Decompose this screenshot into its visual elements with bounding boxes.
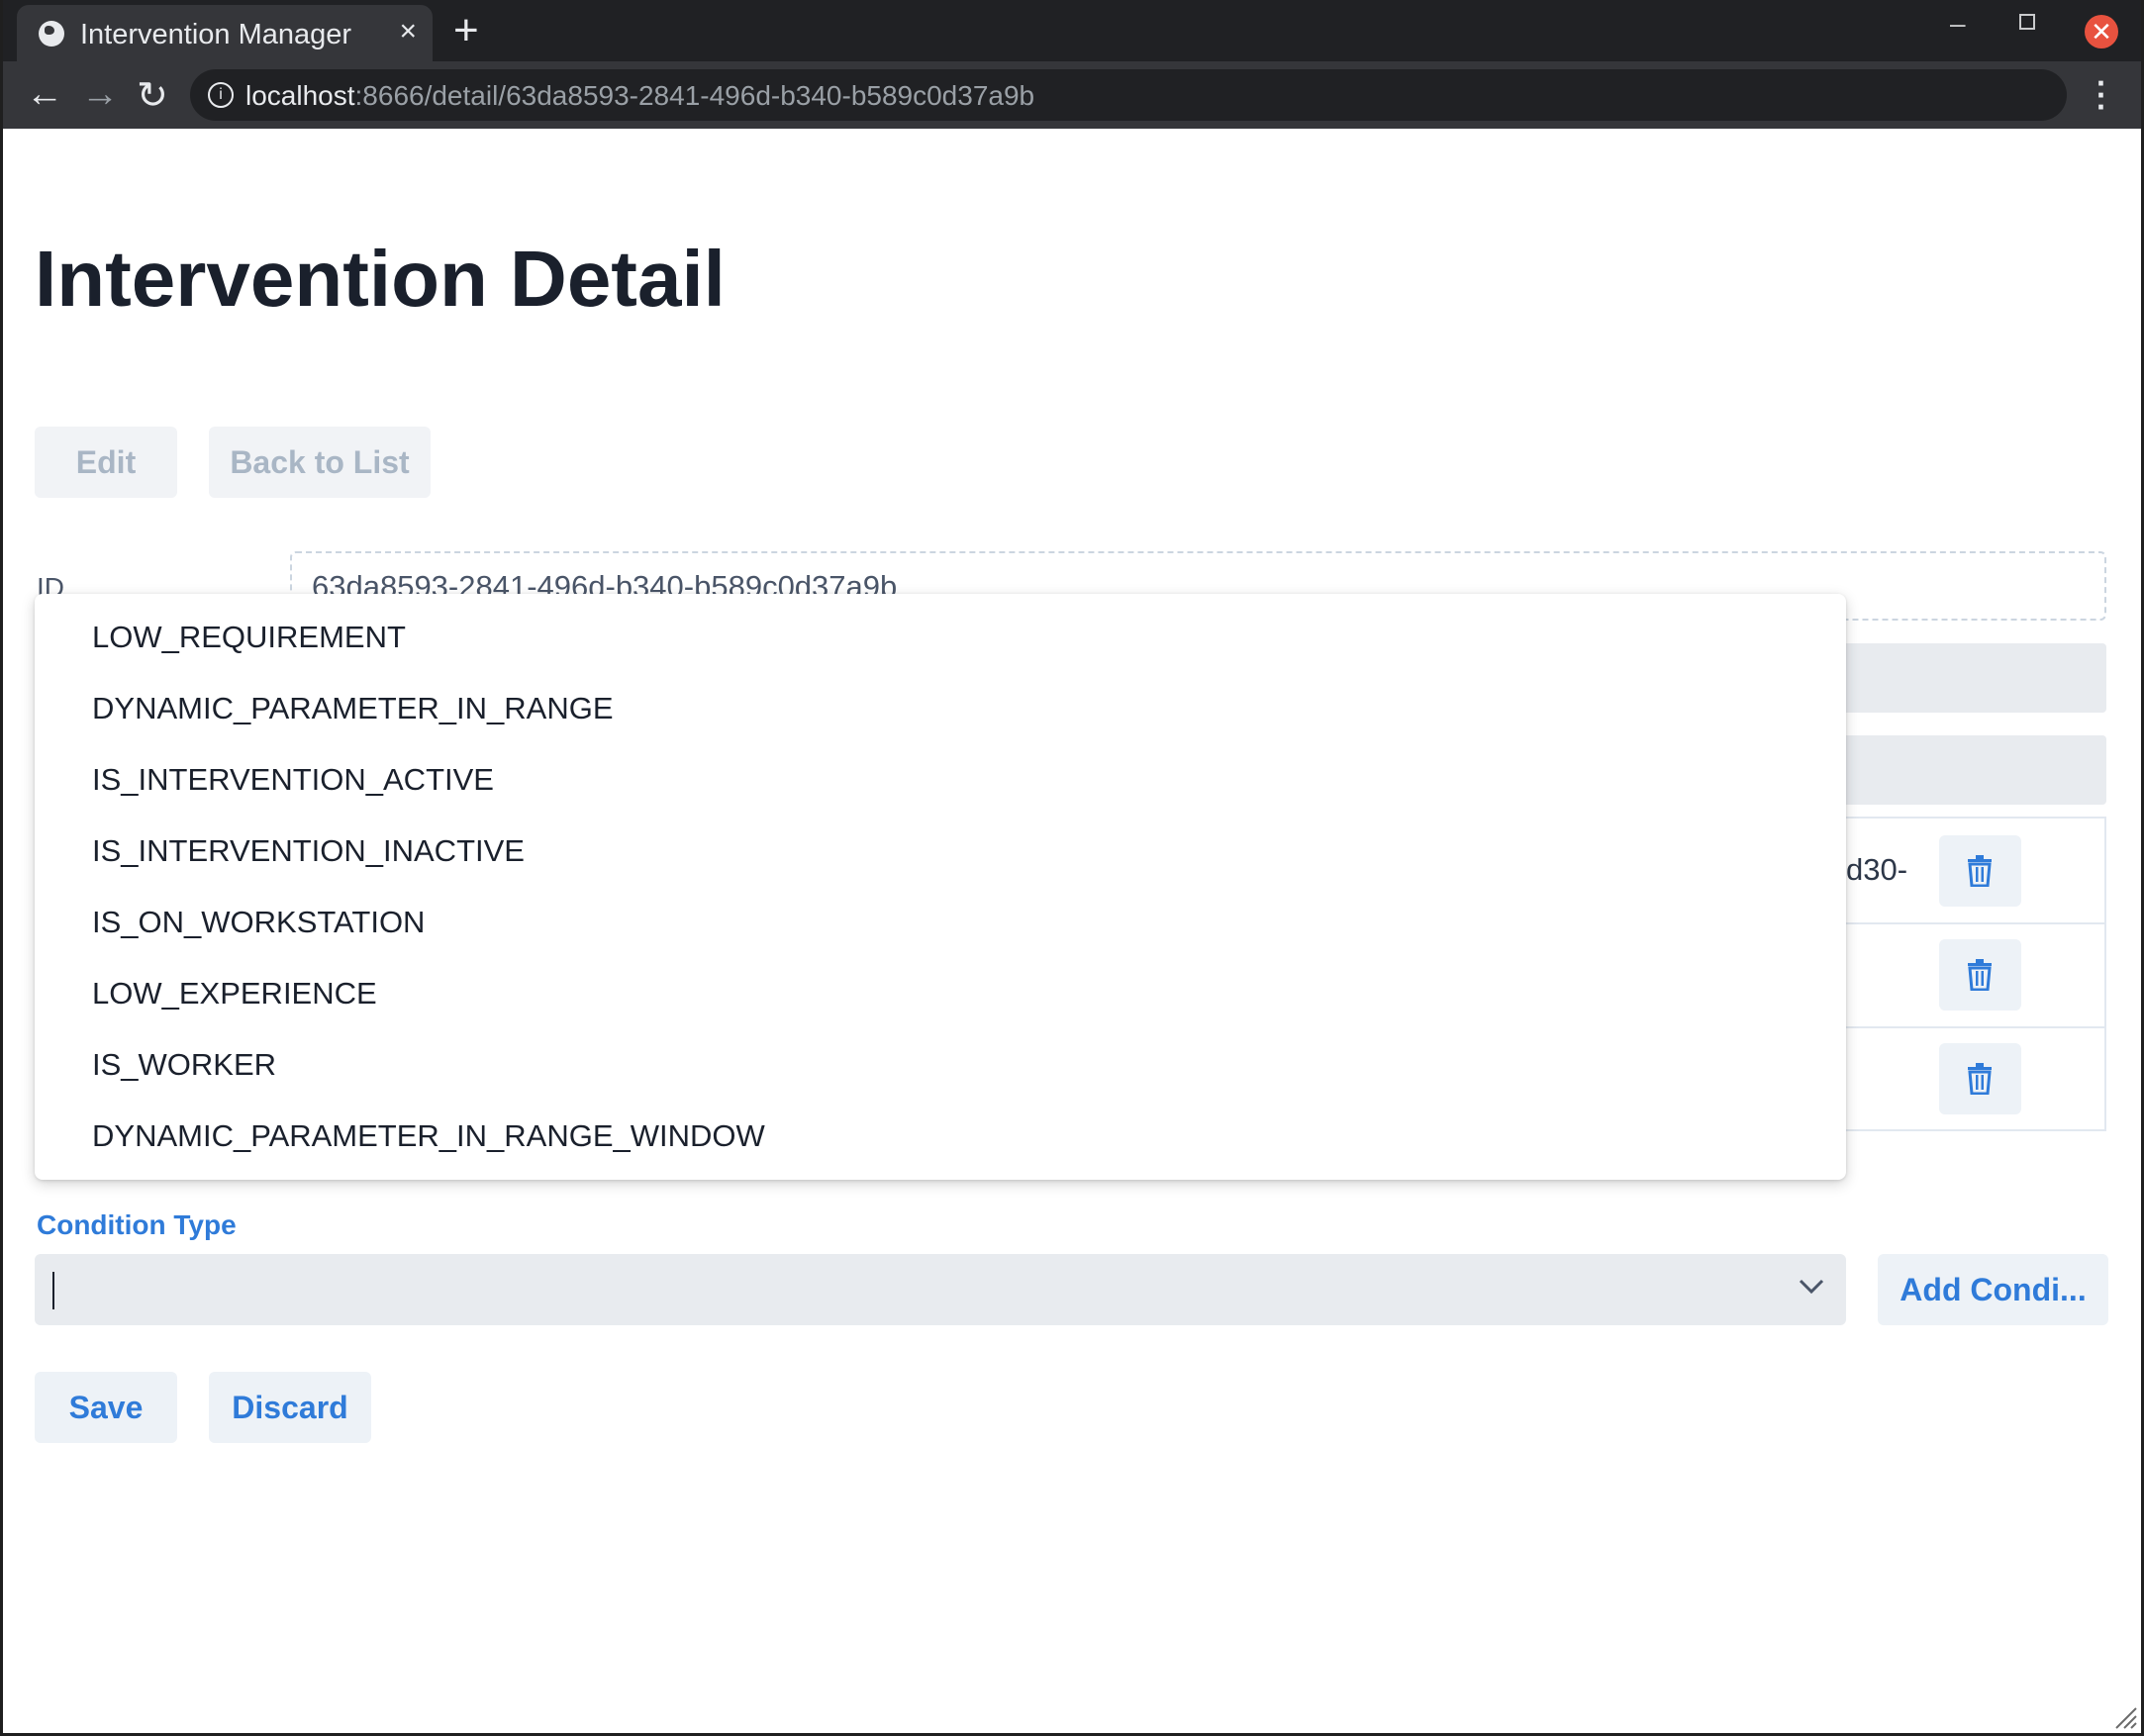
window-frame [0,0,2144,1736]
